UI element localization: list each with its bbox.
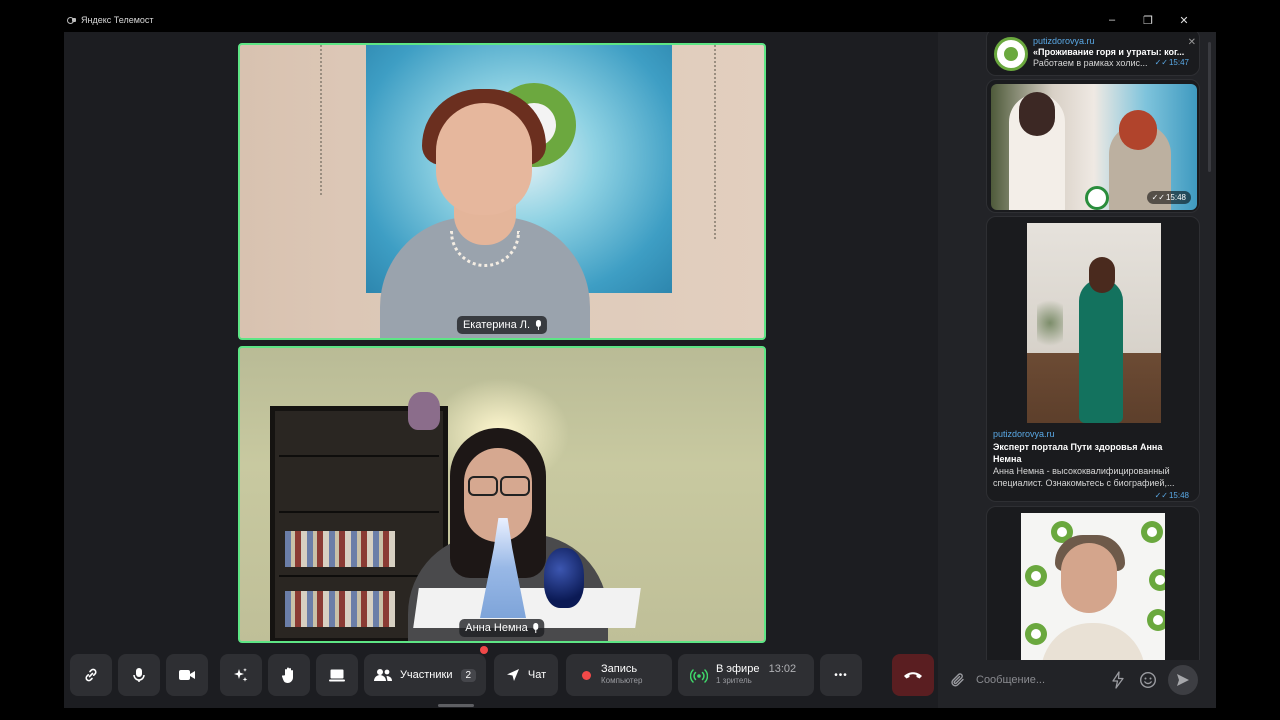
record-label: Запись xyxy=(601,663,638,675)
broadcast-icon xyxy=(690,669,708,683)
record-button[interactable]: Запись Компьютер xyxy=(566,654,672,696)
video-tile-ekaterina[interactable]: Екатерина Л. xyxy=(238,43,766,340)
message-photo[interactable] xyxy=(1027,223,1161,423)
message-site[interactable]: putizdorovya.ru xyxy=(1033,36,1095,46)
hang-up-icon xyxy=(904,672,922,679)
more-options-button[interactable]: ••• xyxy=(820,654,862,696)
message-input[interactable] xyxy=(976,668,1096,692)
window-title: Яндекс Телемост xyxy=(81,15,154,25)
message-time: ✓✓15:47 xyxy=(1154,58,1189,67)
screen-share-button[interactable] xyxy=(316,654,358,696)
decor-string xyxy=(320,45,322,195)
copy-link-button[interactable] xyxy=(70,654,112,696)
end-call-button[interactable] xyxy=(892,654,934,696)
read-check-icon: ✓✓ xyxy=(1154,58,1168,67)
putizdorovya-logo xyxy=(1085,186,1109,210)
viewer-count: 1 зритель xyxy=(716,676,752,685)
dark-blue-vase xyxy=(544,548,584,608)
video-stage: Екатерина Л. Анна Немна Участники 2 Чат … xyxy=(64,32,938,708)
glasses xyxy=(468,476,530,496)
message-time: ✓✓15:48 xyxy=(1146,191,1191,204)
effects-button[interactable] xyxy=(220,654,262,696)
participant-name: Екатерина Л. xyxy=(462,319,531,331)
participant-name-label: Екатерина Л. xyxy=(456,316,548,334)
people-icon xyxy=(373,669,392,681)
call-toolbar: Участники 2 Чат Запись Компьютер В эфире… xyxy=(64,646,938,698)
maximize-button[interactable]: ❐ xyxy=(1130,8,1166,32)
sparkles-icon xyxy=(234,668,248,682)
read-check-icon: ✓✓ xyxy=(1151,193,1165,202)
microphone-button[interactable] xyxy=(118,654,160,696)
message-time: ✓✓15:48 xyxy=(1154,491,1189,500)
microphone-icon xyxy=(535,320,542,330)
message-photo[interactable] xyxy=(1021,513,1165,660)
decor-string xyxy=(714,45,716,239)
window-controls: – ❐ ✕ xyxy=(1094,8,1202,32)
send-icon xyxy=(1177,674,1189,686)
window-titlebar: Яндекс Телемост – ❐ ✕ xyxy=(64,8,1216,32)
message-snippet: Анна Немна - высококвалифицированный спе… xyxy=(993,466,1175,488)
close-window-button[interactable]: ✕ xyxy=(1166,8,1202,32)
emoji-icon[interactable] xyxy=(1139,671,1157,689)
paperclip-icon[interactable] xyxy=(950,672,966,688)
page-indicator xyxy=(438,704,474,707)
participant-name: Анна Немна xyxy=(465,622,528,634)
image-message[interactable]: ✓✓15:48 xyxy=(986,79,1200,213)
lightning-icon[interactable] xyxy=(1111,671,1125,689)
chat-notification-dot xyxy=(480,646,488,654)
live-duration: 13:02 xyxy=(768,663,797,675)
chat-panel: putizdorovya.ru «Проживание горя и утрат… xyxy=(938,32,1216,708)
message-headline: «Проживание горя и утраты: ког... xyxy=(1033,47,1185,57)
message-site[interactable]: putizdorovya.ru xyxy=(993,429,1055,439)
participant-face xyxy=(436,103,532,215)
chat-label: Чат xyxy=(527,669,547,681)
close-icon[interactable]: ✕ xyxy=(1188,37,1196,48)
send-message-button[interactable] xyxy=(1168,665,1198,695)
flower-vase xyxy=(408,392,440,430)
chat-messages[interactable]: putizdorovya.ru «Проживание горя и утрат… xyxy=(938,32,1216,660)
chat-button[interactable]: Чат xyxy=(494,654,558,696)
chat-scrollbar[interactable] xyxy=(1208,42,1211,172)
live-label: В эфире xyxy=(716,663,760,675)
camera-icon xyxy=(179,670,195,680)
participants-label: Участники xyxy=(399,669,453,681)
send-arrow-icon xyxy=(506,669,519,681)
minimize-button[interactable]: – xyxy=(1094,8,1130,32)
participants-count-badge: 2 xyxy=(460,668,477,682)
microphone-icon xyxy=(133,668,145,682)
camera-button[interactable] xyxy=(166,654,208,696)
participant-name-label: Анна Немна xyxy=(459,619,545,637)
live-stream-button[interactable]: В эфире 13:02 1 зритель xyxy=(678,654,814,696)
microphone-icon xyxy=(533,623,539,633)
record-dot-icon xyxy=(582,670,591,680)
telemost-app-icon xyxy=(67,16,77,24)
link-preview-message[interactable]: putizdorovya.ru «Проживание горя и утрат… xyxy=(986,32,1200,76)
hand-icon xyxy=(281,667,293,683)
record-source: Компьютер xyxy=(601,676,643,685)
raise-hand-button[interactable] xyxy=(268,654,310,696)
participants-button[interactable]: Участники 2 xyxy=(364,654,486,696)
message-composer xyxy=(938,660,1216,700)
putizdorovya-logo xyxy=(994,37,1028,71)
message-snippet: Работаем в рамках холис... xyxy=(1033,58,1148,68)
message-headline: Эксперт портала Пути здоровья Анна Немна xyxy=(993,442,1163,464)
image-message[interactable] xyxy=(986,506,1200,660)
read-check-icon: ✓✓ xyxy=(1154,491,1168,500)
link-icon xyxy=(85,668,97,682)
video-tile-anna[interactable]: Анна Немна xyxy=(238,346,766,643)
telemost-app: Екатерина Л. Анна Немна Участники 2 Чат … xyxy=(64,32,1216,708)
link-preview-message[interactable]: putizdorovya.ru Эксперт портала Пути здо… xyxy=(986,216,1200,502)
screen-share-icon xyxy=(329,669,345,682)
